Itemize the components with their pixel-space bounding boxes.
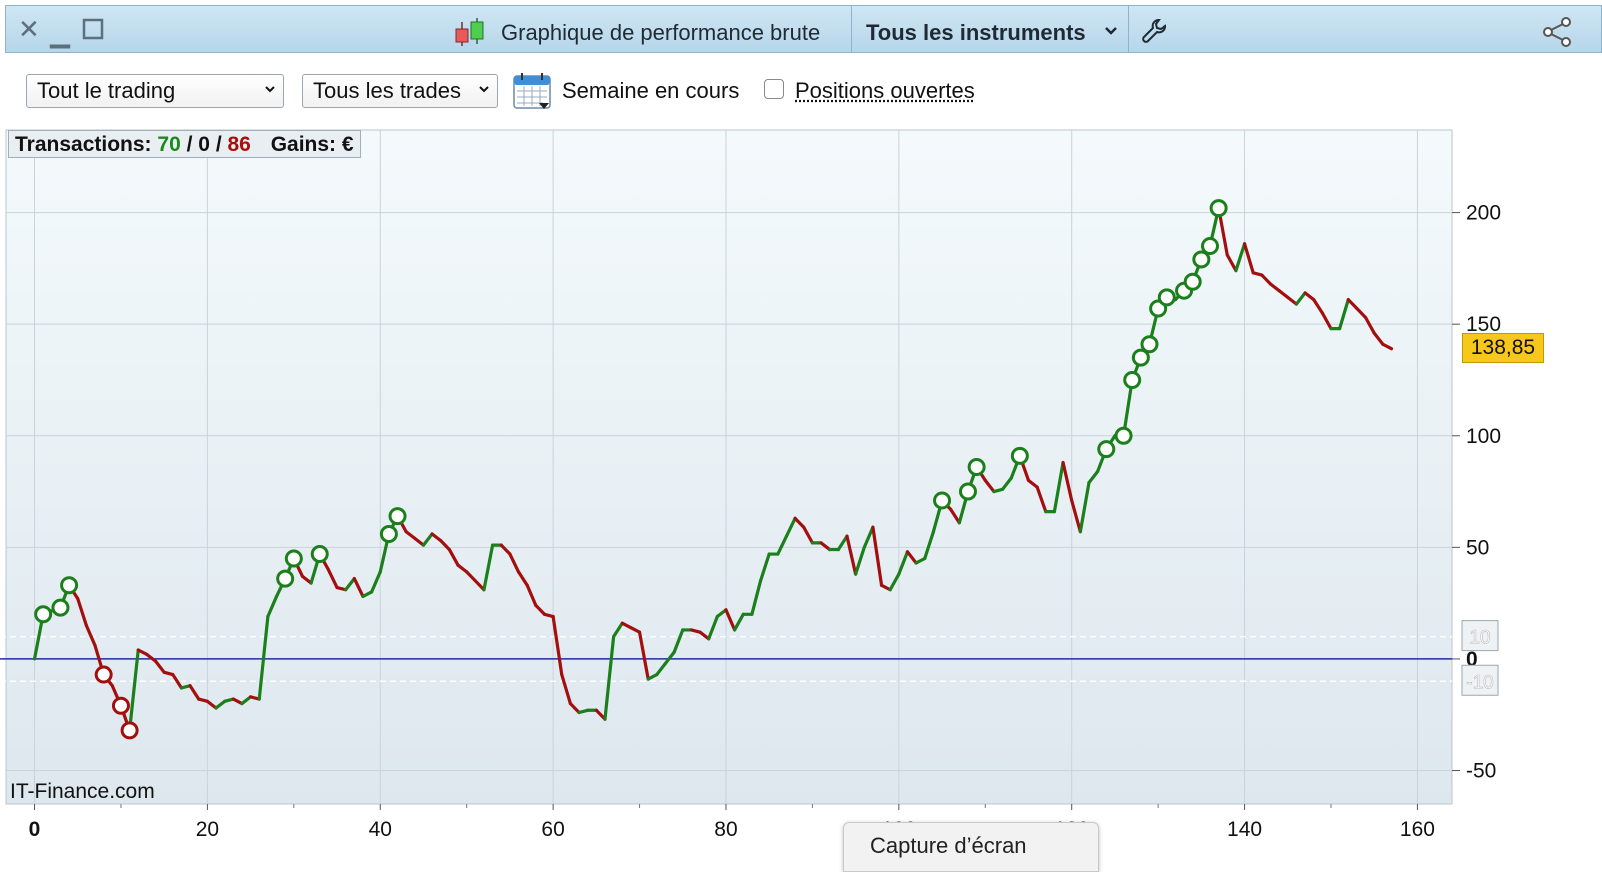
win-marker [933,491,952,510]
win-marker [1200,237,1219,256]
chart-title: Graphique de performance brute [501,20,821,45]
chevron-down-icon [265,86,275,93]
calendar-icon[interactable] [513,72,551,110]
count-separator: / [186,133,193,156]
screenshot-tooltip: Capture d’écran [843,822,1099,872]
band-tag-label: -10 [1466,672,1493,693]
trades-select-value: Tous les trades [313,78,461,103]
x-tick-label: 60 [541,818,564,841]
title-separator [851,6,852,52]
open-positions-label[interactable]: Positions ouvertes [795,78,975,104]
gains-unit: € [341,133,354,156]
win-marker [379,524,398,543]
y-tick-label: 100 [1466,425,1501,448]
minimize-icon[interactable]: ▁ [50,20,70,46]
chevron-down-icon[interactable] [1104,26,1118,36]
band-value-tag: -10 [1461,664,1499,696]
open-positions-checkbox[interactable] [764,79,784,99]
win-marker [310,545,329,564]
instrument-selector[interactable]: Tous les instruments [866,20,1086,46]
transactions-label: Transactions: [15,133,152,156]
win-marker [1123,370,1142,389]
win-marker [60,576,79,595]
losses-count: 86 [227,133,251,156]
wrench-icon[interactable] [1141,18,1167,44]
x-tick-label: 0 [29,818,41,841]
win-marker [51,598,70,617]
transactions-summary: Transactions: 70 / 0 / 86 Gains: € [8,130,361,158]
trading-select-value: Tout le trading [37,78,176,103]
win-marker [284,549,303,568]
loss-marker [120,721,139,740]
count-separator: / [215,133,222,156]
title-bar: ✕ ▁ Graphique de performance brute Tous … [5,5,1602,53]
share-icon[interactable] [1542,16,1574,48]
title-separator [1128,6,1129,52]
win-marker [388,507,407,526]
watermark: IT-Finance.com [10,780,155,803]
win-marker [1010,446,1029,465]
x-tick-label: 160 [1400,818,1435,841]
neutral-count: 0 [198,133,210,156]
loss-marker [94,665,113,684]
win-marker [34,605,53,624]
y-tick-label: 50 [1466,536,1489,559]
current-value-badge: 138,85 [1462,333,1544,363]
chevron-down-icon [479,86,489,93]
trades-select[interactable]: Tous les trades [302,74,498,108]
filter-toolbar: Tout le trading Tous les trades Semaine … [0,54,1602,128]
win-marker [1114,426,1133,445]
band-tag-label: 10 [1469,628,1490,649]
wins-count: 70 [157,133,181,156]
win-marker [1157,288,1176,307]
y-tick-label: 200 [1466,202,1501,225]
trading-select[interactable]: Tout le trading [26,74,284,108]
x-tick-label: 40 [369,818,392,841]
loss-marker [111,696,130,715]
x-tick-label: 140 [1227,818,1262,841]
win-marker [967,458,986,476]
performance-chart: 020406080100120140160-5005010015020010-1… [0,129,1501,841]
close-icon[interactable]: ✕ [18,16,40,42]
maximize-icon[interactable] [82,18,104,44]
period-label[interactable]: Semaine en cours [562,78,739,104]
candlestick-icon [455,18,484,46]
y-tick-label: -50 [1466,760,1496,783]
x-tick-label: 20 [196,818,219,841]
band-value-tag: 10 [1461,620,1499,652]
win-marker [958,482,977,501]
win-marker [1209,199,1228,218]
win-marker [1183,272,1202,291]
win-marker [276,569,295,588]
gains-label: Gains: [270,133,337,156]
win-marker [1140,335,1159,354]
x-tick-label: 80 [714,818,737,841]
win-marker [1097,440,1116,459]
